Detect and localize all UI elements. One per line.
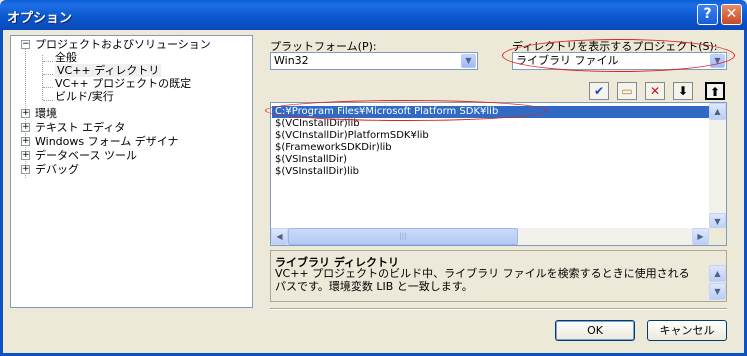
delete-icon[interactable]: ✕ [645, 82, 665, 100]
tree-connector [43, 61, 53, 62]
vertical-scrollbar[interactable]: ▲ ▼ [709, 103, 726, 230]
scroll-right-icon[interactable]: ▶ [692, 228, 709, 245]
tree-item-projects-solutions[interactable]: プロジェクトおよびソリューション [35, 38, 211, 51]
new-folder-icon[interactable]: ▭ [617, 82, 637, 100]
platform-select[interactable]: Win32 ▼ [270, 52, 478, 70]
separator [270, 308, 727, 310]
help-button[interactable]: ? [697, 4, 718, 25]
list-item[interactable]: $(VSInstallDir)lib [275, 166, 359, 178]
tree-expander-collapse[interactable]: − [21, 40, 30, 49]
tree-item-environment[interactable]: 環境 [35, 107, 57, 120]
close-button[interactable]: ✕ [721, 4, 742, 25]
tree-item-build-run[interactable]: ビルド/実行 [55, 90, 114, 103]
ok-button[interactable]: OK [555, 320, 635, 341]
tree-expander-expand[interactable]: + [21, 151, 30, 160]
tree-expander-expand[interactable]: + [21, 137, 30, 146]
move-down-icon[interactable]: ⬇ [673, 82, 693, 100]
window-title: オプション [7, 11, 73, 26]
scroll-down-icon[interactable]: ▼ [709, 283, 726, 300]
horizontal-scrollbar[interactable]: ◀ ||| ▶ [271, 228, 709, 245]
tree-connector [43, 74, 53, 75]
tree-expander-expand[interactable]: + [21, 165, 30, 174]
tree-item-vc-directories[interactable]: VC++ ディレクトリ [55, 64, 162, 77]
description-panel: ライブラリ ディレクトリ VC++ プロジェクトのビルド中、ライブラリ ファイル… [270, 250, 727, 302]
description-scrollbar[interactable]: ▲ ▼ [709, 251, 726, 301]
platform-value: Win32 [274, 54, 309, 67]
options-tree[interactable]: − プロジェクトおよびソリューション 全般 VC++ ディレクトリ VC++ プ… [10, 35, 253, 308]
annotation-ellipse [502, 39, 735, 72]
cancel-button[interactable]: キャンセル [647, 320, 727, 341]
scroll-left-icon[interactable]: ◀ [271, 228, 288, 245]
tree-item-database-tools[interactable]: データベース ツール [35, 149, 137, 162]
tree-connector [43, 100, 53, 101]
scroll-up-icon[interactable]: ▲ [709, 103, 726, 120]
tree-expander-expand[interactable]: + [21, 109, 30, 118]
list-item[interactable]: $(FrameworkSDKDir)lib [275, 142, 392, 154]
tree-item-general[interactable]: 全般 [55, 51, 77, 64]
chevron-down-icon[interactable]: ▼ [461, 54, 476, 68]
tree-item-forms-designer[interactable]: Windows フォーム デザイナ [35, 135, 179, 148]
annotation-ellipse [265, 100, 547, 121]
tree-item-label: VC++ ディレクトリ [55, 64, 162, 77]
move-up-icon[interactable]: ⬆ [705, 82, 725, 100]
tree-item-debugging[interactable]: デバッグ [35, 163, 79, 176]
scroll-up-icon[interactable]: ▲ [709, 265, 726, 282]
title-bar: オプション ? ✕ [0, 0, 747, 30]
description-text: VC++ プロジェクトのビルド中、ライブラリ ファイルを検索するときに使用される… [275, 267, 690, 293]
directory-list[interactable]: C:¥Program Files¥Microsoft Platform SDK¥… [270, 102, 727, 246]
tree-item-text-editor[interactable]: テキスト エディタ [35, 121, 125, 134]
check-icon[interactable]: ✔ [589, 82, 609, 100]
scrollbar-corner [709, 228, 726, 245]
list-item[interactable]: $(VCInstallDir)PlatformSDK¥lib [275, 130, 429, 142]
list-item[interactable]: $(VSInstallDir) [275, 154, 347, 166]
window-frame-left [0, 30, 3, 356]
tree-item-vc-project-defaults[interactable]: VC++ プロジェクトの既定 [55, 77, 191, 90]
tree-expander-expand[interactable]: + [21, 123, 30, 132]
tree-connector [43, 87, 53, 88]
scroll-thumb[interactable]: ||| [288, 228, 518, 245]
